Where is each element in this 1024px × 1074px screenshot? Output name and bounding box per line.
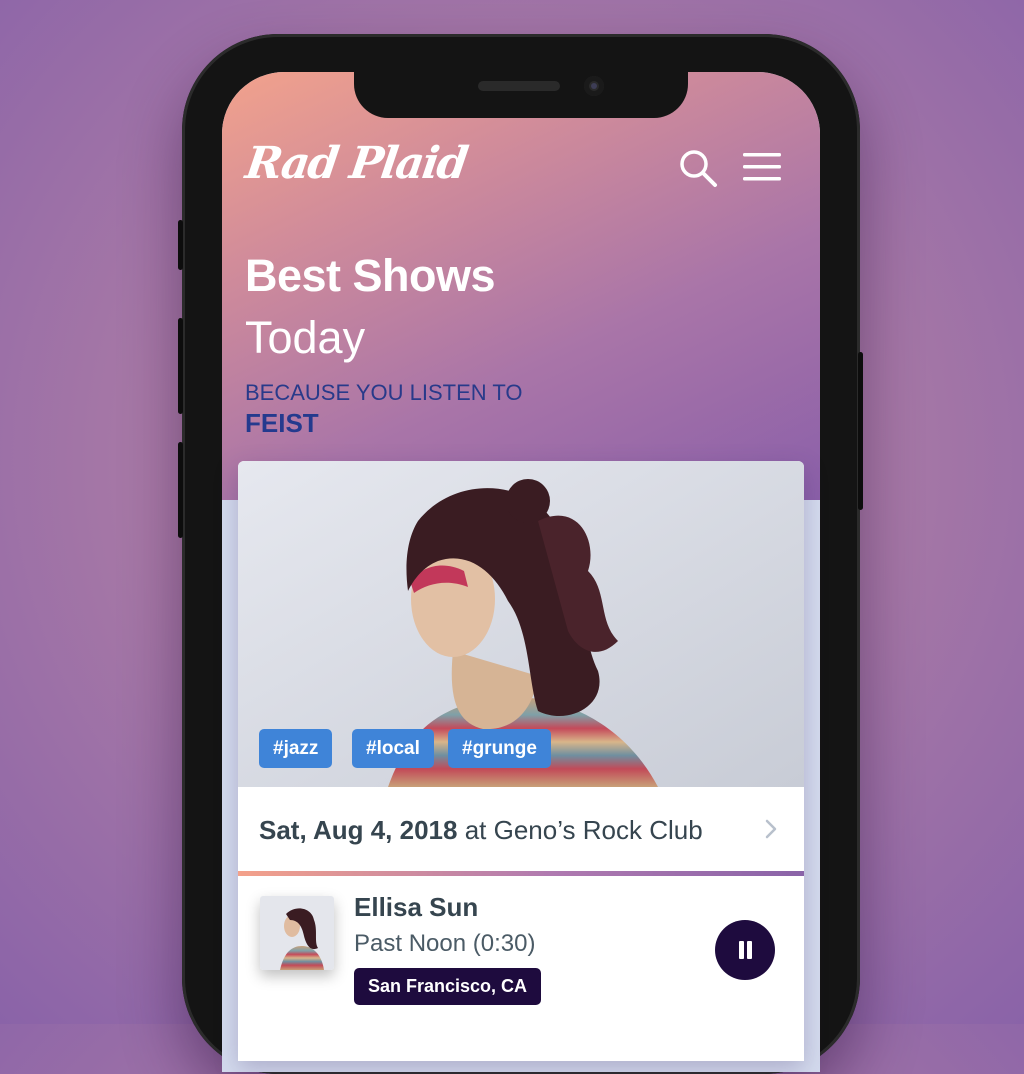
speaker xyxy=(478,81,560,91)
phone-notch xyxy=(354,72,688,118)
page-title: Best Shows xyxy=(245,250,496,301)
volume-up-button xyxy=(178,318,183,414)
power-button xyxy=(858,352,863,510)
page-subtitle: Today xyxy=(245,312,366,363)
camera xyxy=(584,76,604,96)
tag-grunge[interactable]: #grunge xyxy=(448,729,551,768)
side-switch xyxy=(178,220,183,270)
event-info: Sat, Aug 4, 2018 at Geno’s Rock Club xyxy=(259,815,703,846)
event-venue: at Geno’s Rock Club xyxy=(464,815,703,845)
chevron-right-icon[interactable] xyxy=(764,817,778,841)
event-details-row[interactable]: Sat, Aug 4, 2018 at Geno’s Rock Club xyxy=(238,787,804,871)
menu-icon[interactable] xyxy=(742,152,782,182)
pause-button[interactable] xyxy=(715,920,775,980)
event-date: Sat, Aug 4, 2018 xyxy=(259,815,458,845)
track-artist: Ellisa Sun xyxy=(354,892,479,922)
show-card[interactable]: #jazz #local #grunge Sat, Aug 4, 2018 at… xyxy=(238,461,804,1061)
search-icon[interactable] xyxy=(678,148,718,188)
app-logo[interactable]: Rad Plaid xyxy=(242,138,469,189)
tag-jazz[interactable]: #jazz xyxy=(259,729,333,768)
track-thumbnail[interactable] xyxy=(260,896,334,970)
track-row: Ellisa Sun Past Noon (0:30) San Francisc… xyxy=(238,876,804,1061)
tag-local[interactable]: #local xyxy=(352,729,434,768)
volume-down-button xyxy=(178,442,183,538)
recommended-artist[interactable]: FEIST xyxy=(245,408,319,439)
track-title: Past Noon (0:30) xyxy=(354,930,536,957)
location-badge[interactable]: San Francisco, CA xyxy=(354,968,542,1005)
because-label: BECAUSE YOU LISTEN TO xyxy=(245,380,523,405)
